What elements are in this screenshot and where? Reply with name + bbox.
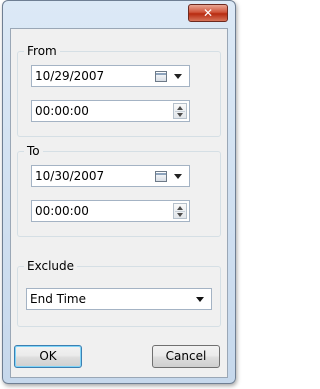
spin-up-icon[interactable] — [177, 106, 183, 110]
chevron-down-icon[interactable] — [196, 297, 204, 302]
cancel-button[interactable]: Cancel — [152, 345, 220, 368]
exclude-select[interactable]: End Time — [26, 288, 212, 310]
chevron-down-icon[interactable] — [174, 74, 182, 79]
spin-down-icon[interactable] — [177, 113, 183, 117]
dialog-window: ✕ From 10/29/2007 00:00:00 To 10/30/2007… — [2, 0, 236, 384]
calendar-icon[interactable] — [155, 171, 167, 182]
spin-up-icon[interactable] — [177, 206, 183, 210]
from-time-field[interactable]: 00:00:00 — [31, 100, 190, 122]
from-date-value: 10/29/2007 — [35, 69, 105, 83]
spinner-divider — [175, 111, 185, 112]
spinner-divider — [175, 211, 185, 212]
to-group: To 10/30/2007 00:00:00 — [17, 143, 221, 237]
from-time-spinner[interactable] — [173, 103, 187, 119]
from-date-picker[interactable]: 10/29/2007 — [31, 65, 190, 87]
exclude-group: Exclude End Time — [17, 258, 221, 327]
to-time-value: 00:00:00 — [35, 204, 89, 218]
to-time-field[interactable]: 00:00:00 — [31, 200, 190, 222]
from-time-value: 00:00:00 — [35, 104, 89, 118]
chevron-down-icon[interactable] — [174, 174, 182, 179]
from-legend: From — [24, 43, 60, 59]
to-time-spinner[interactable] — [173, 203, 187, 219]
exclude-legend: Exclude — [24, 258, 78, 274]
calendar-icon[interactable] — [155, 71, 167, 82]
to-date-picker[interactable]: 10/30/2007 — [31, 165, 190, 187]
spin-down-icon[interactable] — [177, 213, 183, 217]
close-button[interactable]: ✕ — [188, 4, 228, 22]
ok-button[interactable]: OK — [14, 345, 82, 368]
exclude-selected-value: End Time — [30, 292, 86, 306]
dialog-client-area: From 10/29/2007 00:00:00 To 10/30/2007 0… — [10, 28, 228, 378]
to-legend: To — [24, 143, 43, 159]
from-group: From 10/29/2007 00:00:00 — [17, 43, 221, 137]
to-date-value: 10/30/2007 — [35, 169, 105, 183]
close-icon: ✕ — [202, 6, 214, 20]
